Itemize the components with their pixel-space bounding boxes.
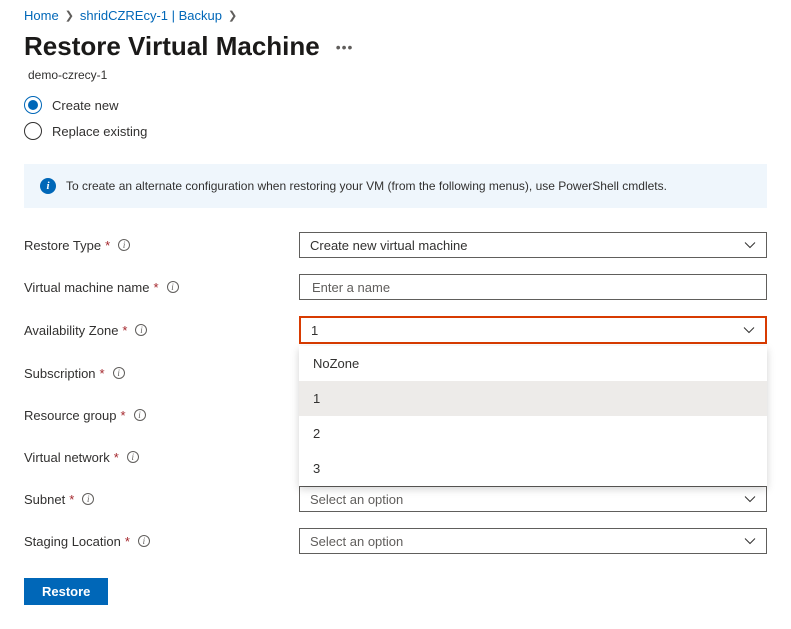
field-label: Availability Zone bbox=[24, 323, 118, 338]
breadcrumb-item[interactable]: shridCZREcy-1 | Backup bbox=[80, 8, 222, 23]
required-indicator: * bbox=[69, 492, 74, 507]
dropdown-option-3[interactable]: 3 bbox=[299, 451, 767, 486]
radio-create-new[interactable]: Create new bbox=[24, 96, 767, 114]
chevron-down-icon bbox=[744, 535, 756, 547]
dropdown-option-2[interactable]: 2 bbox=[299, 416, 767, 451]
chevron-right-icon: ❯ bbox=[65, 9, 74, 22]
field-subnet: Subnet * i Select an option bbox=[24, 486, 767, 512]
breadcrumb: Home ❯ shridCZREcy-1 | Backup ❯ bbox=[24, 0, 767, 27]
restore-mode-radio-group: Create new Replace existing bbox=[24, 96, 767, 140]
field-label: Restore Type bbox=[24, 238, 101, 253]
info-icon[interactable]: i bbox=[135, 324, 147, 336]
field-label: Staging Location bbox=[24, 534, 121, 549]
restore-button[interactable]: Restore bbox=[24, 578, 108, 605]
select-value: Select an option bbox=[310, 492, 403, 507]
required-indicator: * bbox=[122, 323, 127, 338]
info-icon[interactable]: i bbox=[167, 281, 179, 293]
required-indicator: * bbox=[100, 366, 105, 381]
field-label: Virtual network bbox=[24, 450, 110, 465]
field-label: Subnet bbox=[24, 492, 65, 507]
info-icon[interactable]: i bbox=[138, 535, 150, 547]
info-text: To create an alternate configuration whe… bbox=[66, 179, 667, 193]
breadcrumb-home[interactable]: Home bbox=[24, 8, 59, 23]
page-subtitle: demo-czrecy-1 bbox=[28, 68, 767, 82]
more-icon[interactable]: ••• bbox=[336, 39, 354, 55]
dropdown-option-1[interactable]: 1 bbox=[299, 381, 767, 416]
select-value: 1 bbox=[311, 323, 318, 338]
info-icon[interactable]: i bbox=[82, 493, 94, 505]
info-icon[interactable]: i bbox=[134, 409, 146, 421]
radio-replace-existing[interactable]: Replace existing bbox=[24, 122, 767, 140]
required-indicator: * bbox=[121, 408, 126, 423]
vm-name-input-wrapper bbox=[299, 274, 767, 300]
info-banner: i To create an alternate configuration w… bbox=[24, 164, 767, 208]
required-indicator: * bbox=[105, 238, 110, 253]
info-icon[interactable]: i bbox=[118, 239, 130, 251]
info-icon: i bbox=[40, 178, 56, 194]
field-restore-type: Restore Type * i Create new virtual mach… bbox=[24, 232, 767, 258]
staging-location-select[interactable]: Select an option bbox=[299, 528, 767, 554]
subnet-select[interactable]: Select an option bbox=[299, 486, 767, 512]
chevron-down-icon bbox=[744, 493, 756, 505]
field-label: Subscription bbox=[24, 366, 96, 381]
select-value: Select an option bbox=[310, 534, 403, 549]
footer: Restore bbox=[24, 578, 767, 605]
field-label: Virtual machine name bbox=[24, 280, 150, 295]
availability-zone-select[interactable]: 1 bbox=[299, 316, 767, 344]
info-icon[interactable]: i bbox=[113, 367, 125, 379]
info-icon[interactable]: i bbox=[127, 451, 139, 463]
chevron-down-icon bbox=[743, 324, 755, 336]
field-label: Resource group bbox=[24, 408, 117, 423]
dropdown-option-nozone[interactable]: NoZone bbox=[299, 346, 767, 381]
chevron-down-icon bbox=[744, 239, 756, 251]
restore-type-select[interactable]: Create new virtual machine bbox=[299, 232, 767, 258]
radio-icon bbox=[24, 122, 42, 140]
vm-name-input[interactable] bbox=[310, 279, 756, 296]
radio-label: Replace existing bbox=[52, 124, 147, 139]
required-indicator: * bbox=[114, 450, 119, 465]
radio-label: Create new bbox=[52, 98, 118, 113]
required-indicator: * bbox=[125, 534, 130, 549]
field-vm-name: Virtual machine name * i bbox=[24, 274, 767, 300]
radio-icon bbox=[24, 96, 42, 114]
availability-zone-dropdown: NoZone 1 2 3 bbox=[299, 346, 767, 486]
page-title: Restore Virtual Machine bbox=[24, 31, 320, 62]
field-staging-location: Staging Location * i Select an option bbox=[24, 528, 767, 554]
chevron-right-icon: ❯ bbox=[228, 9, 237, 22]
field-availability-zone: Availability Zone * i 1 NoZone 1 2 3 bbox=[24, 316, 767, 344]
required-indicator: * bbox=[154, 280, 159, 295]
select-value: Create new virtual machine bbox=[310, 238, 468, 253]
